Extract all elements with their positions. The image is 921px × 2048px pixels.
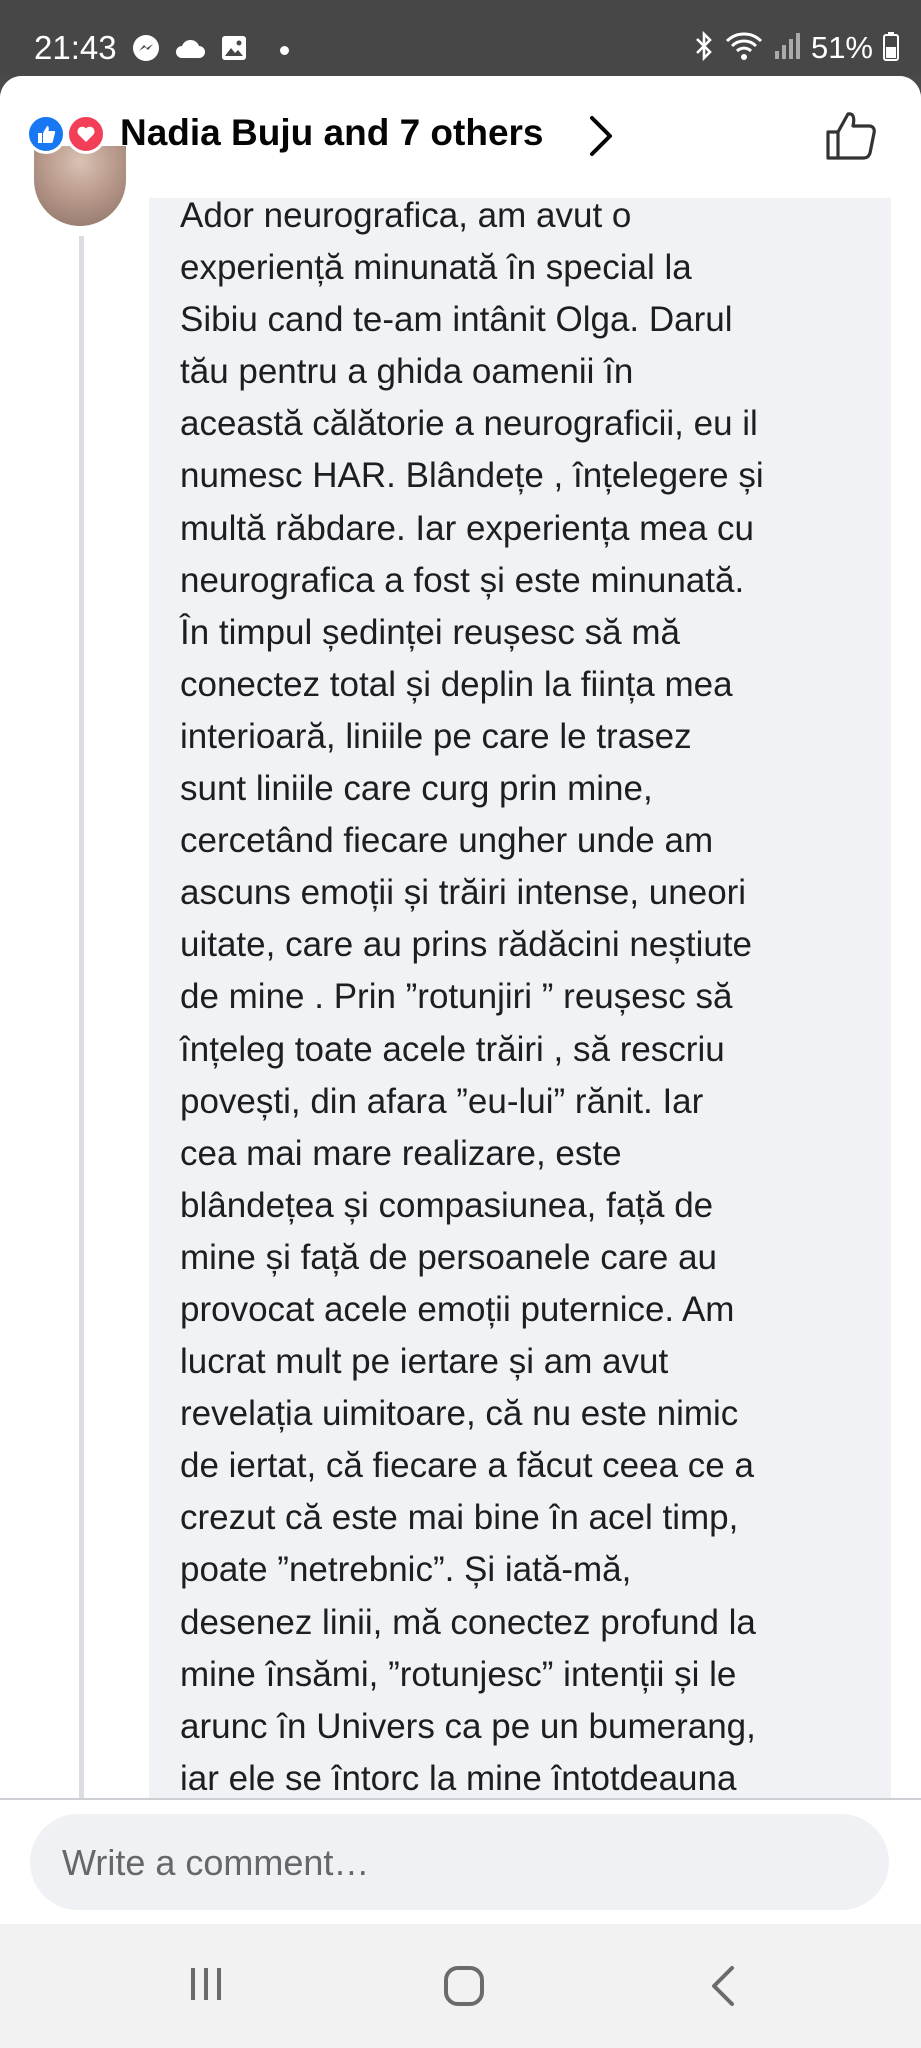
comment-line: de mine . Prin ”rotunjiri ” reușesc să	[180, 977, 733, 1017]
comment-line: de iertat, că fiecare a făcut ceea ce a	[180, 1446, 754, 1486]
comment-input[interactable]: Write a comment…	[30, 1814, 889, 1910]
comment-line: arunc în Univers ca pe un bumerang,	[180, 1706, 756, 1746]
comment-line: sunt liniile care curg prin mine,	[180, 769, 653, 809]
comment-line: povești, din afara ”eu-lui” rănit. Iar	[180, 1081, 704, 1121]
android-nav-bar	[0, 1924, 921, 2048]
comment-line: această călătorie a neurograficii, eu il	[180, 404, 758, 444]
love-reaction-icon	[66, 114, 106, 154]
status-bar: 21:43 51%	[0, 0, 921, 76]
comment-line: revelația uimitoare, că nu este nimic	[180, 1394, 739, 1434]
comment-line: cercetând fiecare ungher unde am	[180, 821, 714, 861]
comment-line: Sibiu cand te-am intânit Olga. Darul	[180, 300, 733, 340]
thread-line	[79, 236, 84, 1876]
comment-line: neurografica a fost și este minunată.	[180, 560, 745, 600]
chevron-right-icon[interactable]	[587, 114, 615, 163]
status-system-icons: 51%	[693, 30, 899, 66]
comment-line: lucrat mult pe iertare și am avut	[180, 1342, 669, 1382]
gallery-icon	[220, 34, 248, 67]
comment-line: multă răbdare. Iar experiența mea cu	[180, 508, 754, 548]
comment-line: blândețea și compasiunea, față de	[180, 1185, 714, 1225]
bluetooth-icon	[693, 30, 715, 66]
comment-line: În timpul ședinței reușesc să mă	[180, 612, 680, 652]
wifi-icon	[725, 31, 763, 66]
comment-line: tău pentru a ghida oamenii în	[180, 352, 634, 392]
comment-line: înțeleg toate acele trăiri , să rescriu	[180, 1029, 725, 1069]
comments-sheet: Nadia Buju and 7 others Ador neurografic…	[0, 76, 921, 2048]
like-reaction-icon	[26, 114, 66, 154]
messenger-icon	[132, 34, 160, 67]
cloud-icon	[174, 36, 206, 65]
comment-line: cea mai mare realizare, este	[180, 1133, 622, 1173]
back-icon[interactable]	[708, 1964, 738, 2013]
comment-line: poate ”netrebnic”. Și iată-mă,	[180, 1550, 632, 1590]
comment-line: Ador neurografica, am avut o	[180, 196, 632, 235]
comment-line: conectez total și deplin la ființa mea	[180, 664, 733, 704]
recents-icon[interactable]	[186, 1964, 226, 2009]
comment-line: provocat acele emoții puternice. Am	[180, 1289, 735, 1329]
notification-dot-icon	[280, 46, 289, 55]
comment-line: mine însămi, ”rotunjesc” intenții și le	[180, 1654, 737, 1694]
comment-text: Ador neurografica, am avut o experiență …	[180, 190, 880, 1805]
comment-line: desenez linii, mă conectez profund la	[180, 1602, 756, 1642]
reactions-summary[interactable]: Nadia Buju and 7 others	[120, 112, 544, 154]
comment-input-placeholder: Write a comment…	[62, 1842, 370, 1883]
avatar[interactable]	[34, 146, 126, 226]
comment-line: interioară, liniile pe care le trasez	[180, 716, 692, 756]
comment-line: numesc HAR. Blândețe , înțelegere și	[180, 456, 764, 496]
status-notification-icons	[132, 34, 289, 67]
comment-line: uitate, care au prins rădăcini neștiute	[180, 925, 752, 965]
battery-icon	[883, 31, 899, 66]
comment-line: crezut că este mai bine în acel timp,	[180, 1498, 739, 1538]
comment-composer: Write a comment…	[0, 1798, 921, 1926]
comment-line: ascuns emoții și trăiri intense, uneori	[180, 873, 747, 913]
reactions-header[interactable]: Nadia Buju and 7 others	[0, 76, 921, 198]
signal-icon	[773, 31, 801, 66]
home-icon[interactable]	[442, 1964, 486, 2013]
like-button-icon[interactable]	[822, 108, 878, 169]
comment-line: experiență minunată în special la	[180, 248, 692, 288]
comment-line: mine și față de persoanele care au	[180, 1237, 717, 1277]
battery-percent: 51%	[810, 30, 873, 65]
status-time: 21:43	[34, 29, 117, 66]
